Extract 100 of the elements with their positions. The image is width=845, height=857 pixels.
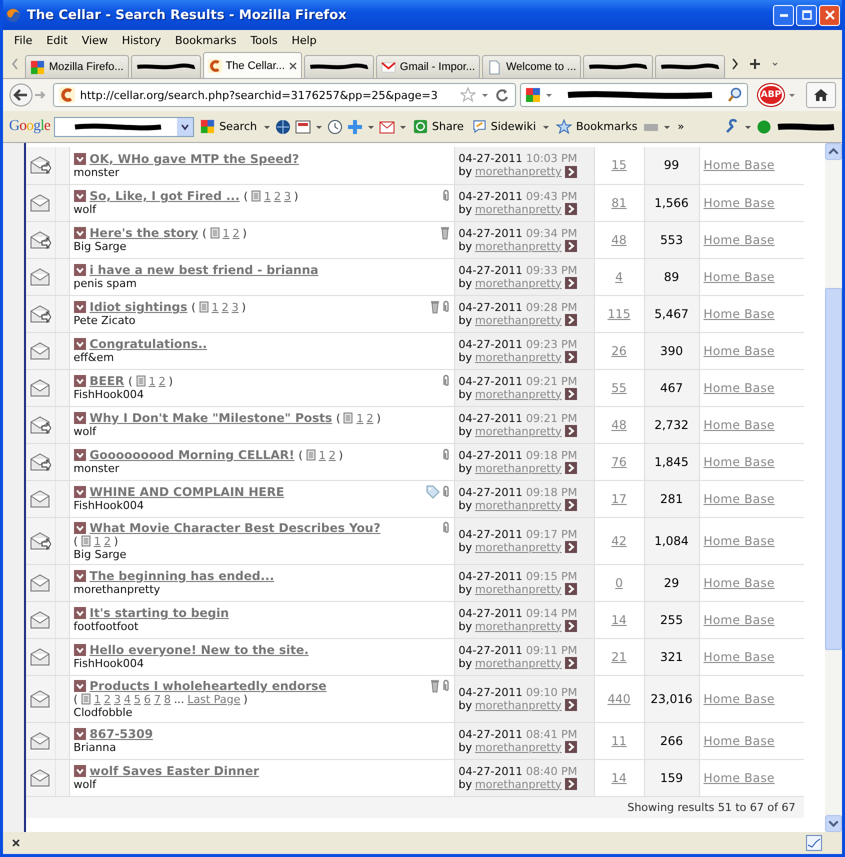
dropdown-icon[interactable] bbox=[74, 607, 86, 619]
username-link[interactable]: morethanpretty bbox=[475, 498, 562, 512]
star-icon[interactable] bbox=[460, 87, 476, 103]
page-link[interactable]: 1 bbox=[94, 692, 101, 706]
minimize-button[interactable] bbox=[773, 4, 794, 26]
forum-link[interactable]: Home Base bbox=[704, 306, 775, 320]
forum-link[interactable]: Home Base bbox=[704, 418, 775, 432]
forum-link[interactable]: Home Base bbox=[704, 576, 775, 590]
page-link[interactable]: 2 bbox=[158, 374, 166, 388]
replies-link[interactable]: 21 bbox=[611, 650, 627, 664]
dropdown-icon[interactable] bbox=[74, 264, 86, 276]
close-button[interactable] bbox=[819, 4, 840, 26]
username-link[interactable]: morethanpretty bbox=[475, 740, 562, 754]
replies-link[interactable]: 42 bbox=[611, 534, 627, 548]
thread-title-link[interactable]: Here's the story bbox=[90, 226, 198, 240]
thread-title-link[interactable]: Hello everyone! New to the site. bbox=[90, 643, 309, 657]
username-link[interactable]: morethanpretty bbox=[475, 620, 562, 632]
replies-link[interactable]: 14 bbox=[611, 612, 627, 626]
forum-link[interactable]: Home Base bbox=[704, 270, 775, 284]
replies-link[interactable]: 440 bbox=[608, 692, 630, 706]
page-link[interactable]: 1 bbox=[222, 226, 230, 240]
thread-title-link[interactable]: It's starting to begin bbox=[90, 606, 229, 620]
thread-title-link[interactable]: The beginning has ended... bbox=[90, 569, 274, 583]
dropdown-icon[interactable] bbox=[788, 91, 796, 99]
page-link[interactable]: 8 bbox=[164, 692, 171, 706]
username-link[interactable]: morethanpretty bbox=[475, 424, 562, 438]
thread-title-link[interactable]: i have a new best friend - brianna bbox=[90, 263, 318, 277]
forum-link[interactable]: Home Base bbox=[704, 734, 775, 748]
menu-item[interactable]: Help bbox=[284, 34, 324, 46]
page-link[interactable]: 1 bbox=[264, 190, 271, 202]
page-link[interactable]: 3 bbox=[284, 190, 291, 202]
dropdown-icon[interactable] bbox=[180, 122, 190, 132]
replies-link[interactable]: 0 bbox=[615, 576, 623, 590]
username-link[interactable]: morethanpretty bbox=[475, 314, 562, 326]
share-button[interactable]: Share bbox=[410, 119, 466, 134]
search-field[interactable] bbox=[54, 116, 194, 136]
search-icon[interactable] bbox=[727, 87, 743, 103]
thread-title-link[interactable]: WHINE AND COMPLAIN HERE bbox=[90, 485, 284, 499]
globe-icon[interactable] bbox=[274, 118, 291, 134]
username-link[interactable]: morethanpretty bbox=[475, 540, 562, 554]
page-link[interactable]: 3 bbox=[232, 300, 239, 314]
page-link[interactable]: 1 bbox=[318, 448, 326, 462]
close-icon[interactable] bbox=[288, 62, 297, 70]
replies-link[interactable]: 14 bbox=[611, 770, 627, 784]
replies-link[interactable]: 11 bbox=[611, 734, 627, 748]
adblock-button[interactable]: ABP bbox=[758, 84, 784, 106]
menu-item[interactable]: File bbox=[7, 34, 40, 46]
replies-link[interactable]: 55 bbox=[611, 380, 627, 394]
wrench-icon[interactable] bbox=[724, 118, 740, 134]
browser-tab[interactable] bbox=[583, 55, 654, 78]
thread-title-link[interactable]: BEER bbox=[90, 374, 124, 388]
username-link[interactable]: morethanpretty bbox=[475, 462, 562, 474]
replies-link[interactable]: 4 bbox=[615, 270, 623, 284]
thread-title-link[interactable]: OK, WHo gave MTP the Speed? bbox=[90, 152, 300, 166]
page-link[interactable]: 2 bbox=[274, 190, 281, 202]
dropdown-icon[interactable] bbox=[74, 227, 86, 239]
forum-link[interactable]: Home Base bbox=[704, 158, 775, 172]
dropdown-icon[interactable] bbox=[74, 152, 86, 165]
forum-link[interactable]: Home Base bbox=[704, 650, 775, 664]
new-tab-icon[interactable] bbox=[749, 58, 762, 70]
username-link[interactable]: morethanpretty bbox=[475, 240, 562, 252]
more-button[interactable]: » bbox=[675, 120, 686, 133]
forum-link[interactable]: Home Base bbox=[704, 612, 775, 626]
scroll-down-icon[interactable] bbox=[825, 815, 842, 832]
username-link[interactable]: morethanpretty bbox=[475, 388, 562, 400]
browser-tab[interactable]: Mozilla Firefo... bbox=[25, 55, 129, 78]
dropdown-icon[interactable] bbox=[74, 449, 86, 461]
page-link[interactable]: 2 bbox=[104, 692, 111, 706]
thread-title-link[interactable]: Idiot sightings bbox=[90, 300, 188, 314]
menu-item[interactable]: Edit bbox=[39, 34, 75, 46]
address-bar[interactable]: http://cellar.org/search.php?searchid=3176257&pp=25&page=3 bbox=[53, 83, 516, 107]
status-dot-icon[interactable] bbox=[756, 118, 772, 134]
username-link[interactable]: morethanpretty bbox=[475, 276, 562, 290]
dropdown-icon[interactable] bbox=[74, 190, 86, 202]
browser-tab[interactable]: Welcome to ... bbox=[482, 55, 582, 78]
thread-title-link[interactable]: Gooooooood Morning CELLAR! bbox=[90, 448, 294, 462]
page-link[interactable]: 2 bbox=[328, 448, 336, 462]
username-link[interactable]: morethanpretty bbox=[475, 698, 562, 712]
forum-link[interactable]: Home Base bbox=[704, 692, 775, 706]
username-link[interactable]: morethanpretty bbox=[475, 165, 562, 178]
replies-link[interactable]: 15 bbox=[611, 158, 627, 172]
dropdown-icon[interactable] bbox=[74, 301, 86, 313]
forum-link[interactable]: Home Base bbox=[704, 534, 775, 548]
forum-link[interactable]: Home Base bbox=[704, 380, 775, 394]
forum-link[interactable]: Home Base bbox=[704, 770, 775, 784]
dropdown-icon[interactable] bbox=[481, 91, 489, 99]
replies-link[interactable]: 26 bbox=[611, 344, 627, 358]
page-link[interactable]: 1 bbox=[94, 534, 101, 548]
page-link[interactable]: 7 bbox=[154, 692, 161, 706]
page-link[interactable]: 2 bbox=[232, 226, 240, 240]
browser-tab[interactable] bbox=[130, 55, 201, 78]
dropdown-icon[interactable] bbox=[74, 486, 86, 498]
menu-item[interactable]: Bookmarks bbox=[168, 34, 244, 46]
maximize-button[interactable] bbox=[796, 4, 817, 26]
replies-link[interactable]: 76 bbox=[611, 454, 627, 468]
dropdown-icon[interactable] bbox=[74, 644, 86, 656]
dropdown-icon[interactable] bbox=[545, 91, 553, 99]
page-link[interactable]: 1 bbox=[212, 300, 219, 314]
dropdown-icon[interactable] bbox=[74, 338, 86, 350]
page-link[interactable]: 1 bbox=[148, 374, 156, 388]
